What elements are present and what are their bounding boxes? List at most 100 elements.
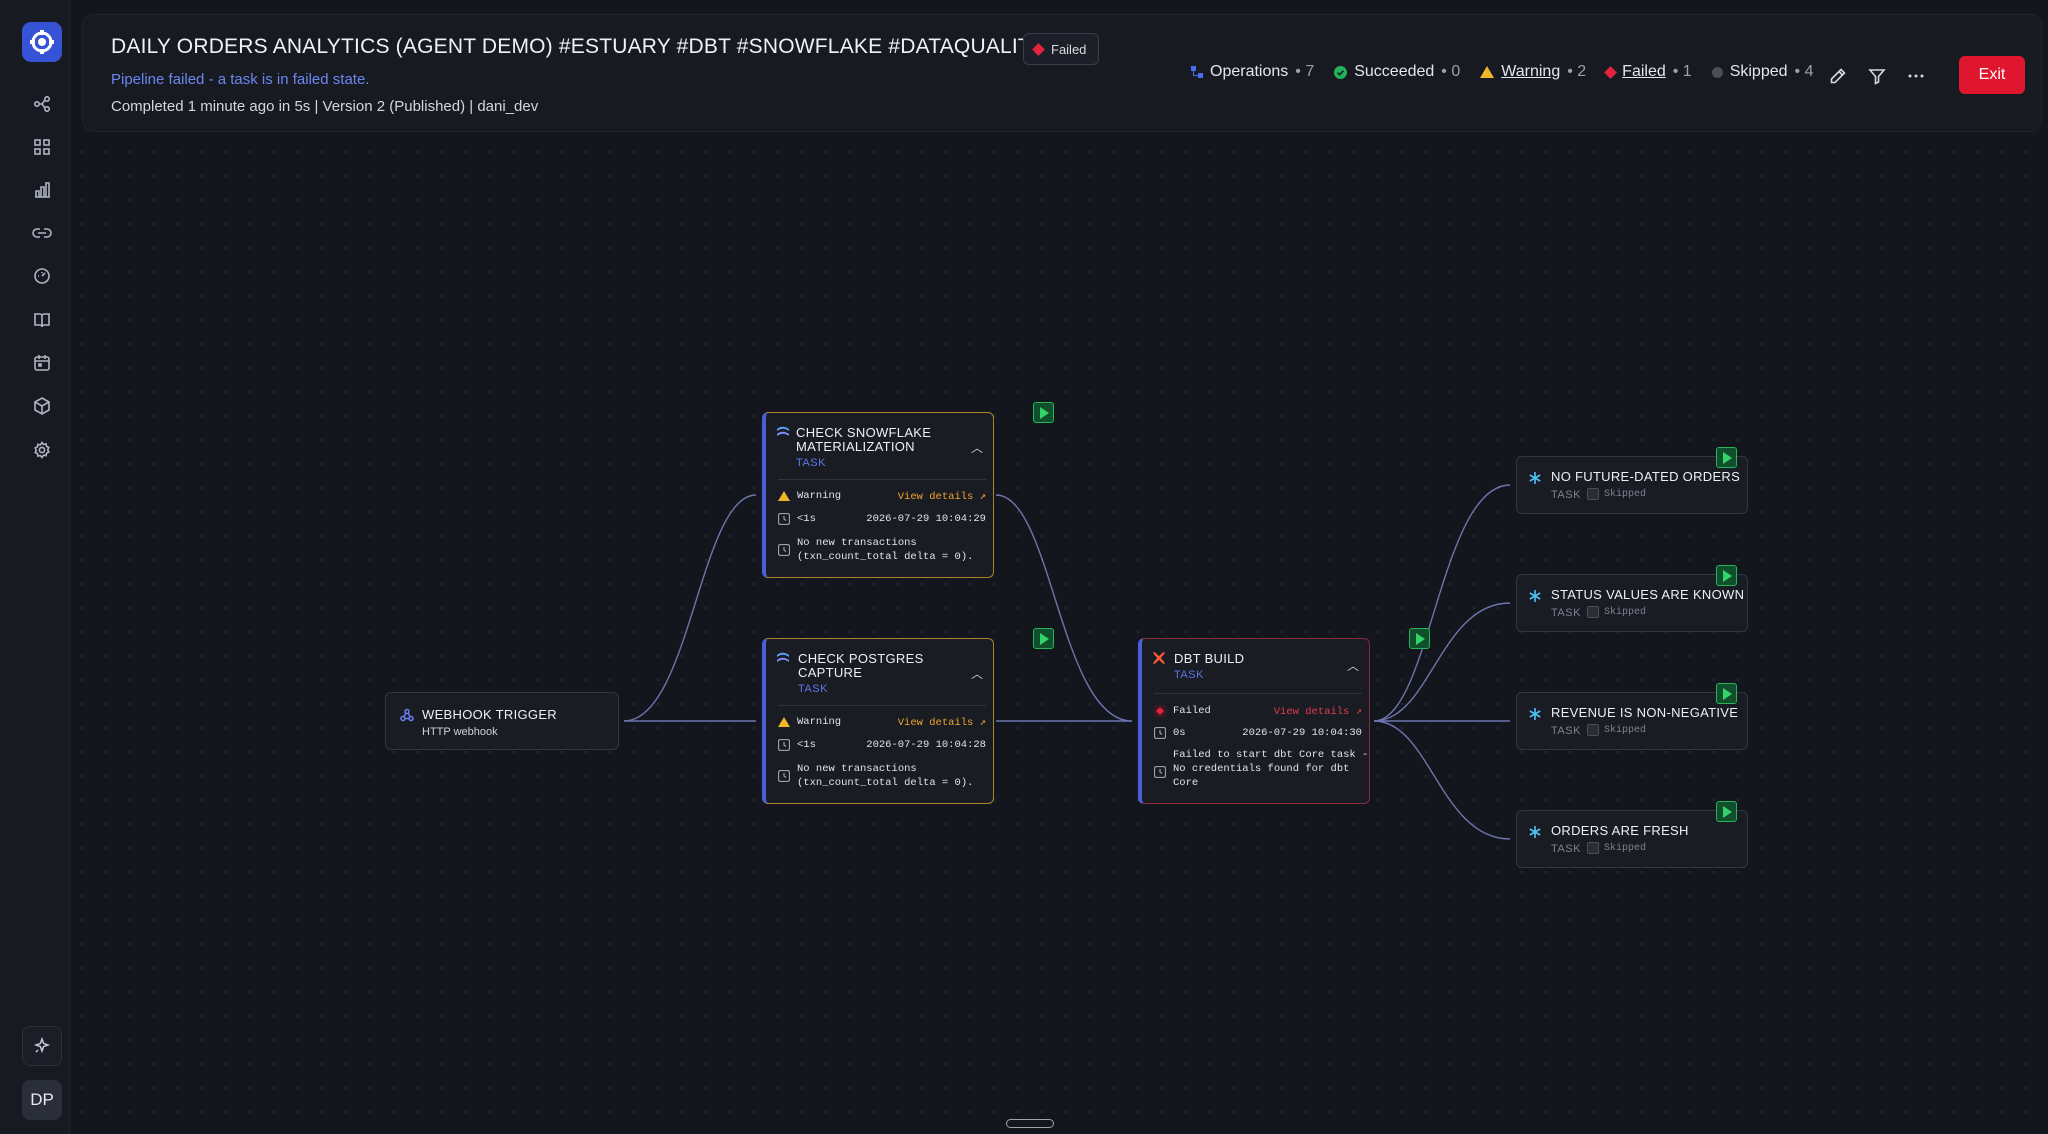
node-message-line-2: (txn_count_total delta = 0). [797,777,974,789]
node-title-line-2: MATERIALIZATION [796,439,915,454]
snowflake-icon [1528,589,1542,608]
collapse-chevron-icon[interactable]: ︿ [971,439,983,456]
exit-button[interactable]: Exit [1959,56,2025,94]
node-message-line-2: (txn_count_total delta = 0). [797,551,974,563]
analytics-chart-icon[interactable] [26,174,58,206]
node-check-status-values-are-known[interactable]: STATUS VALUES ARE KNOWN TASK Skipped [1516,574,1748,632]
count-skipped-label: Skipped [1729,63,1788,80]
monitor-gauge-icon[interactable] [26,260,58,292]
warning-icon [778,716,790,728]
skipped-label: Skipped [1604,724,1647,736]
settings-gear-icon[interactable] [26,434,58,466]
view-details-link[interactable]: View details ↗ [1274,705,1362,718]
filter-funnel-icon[interactable] [1862,61,1892,91]
skipped-label: Skipped [1604,606,1647,618]
dashboard-grid-icon[interactable] [26,131,58,163]
calendar-icon[interactable] [26,347,58,379]
run-task-play-button[interactable] [1033,402,1054,423]
run-task-play-button[interactable] [1716,683,1737,704]
node-divider [1154,693,1362,694]
count-failed-label: Failed [1622,63,1666,80]
skipped-icon [1587,488,1599,500]
node-duration: 0s [1173,727,1186,739]
node-webhook-trigger[interactable]: WEBHOOK TRIGGER HTTP webhook [385,692,619,750]
collapse-chevron-icon[interactable]: ︿ [1347,657,1359,674]
node-duration-row: <1s 2026-07-29 10:04:29 [778,513,986,525]
node-status-text: Warning [797,490,842,502]
run-task-play-button[interactable] [1716,447,1737,468]
pipeline-canvas[interactable]: WEBHOOK TRIGGER HTTP webhook CHECK SNOWF… [70,140,2048,1134]
collapse-chevron-icon[interactable]: ︿ [971,665,983,682]
node-message-line-1: No new transactions [797,537,917,549]
edge-dbt-check-2 [1373,602,1511,722]
bottom-panel-drag-handle[interactable] [1006,1119,1054,1128]
node-type-label: TASK [796,457,826,469]
user-avatar[interactable]: DP [22,1080,62,1120]
warning-icon [778,490,790,502]
skipped-tag: Skipped [1587,606,1646,618]
count-succeeded-value: • 0 [1441,63,1461,80]
skipped-tag: Skipped [1587,842,1646,854]
count-succeeded-label: Succeeded [1354,63,1435,80]
docs-book-icon[interactable] [26,304,58,336]
node-duration-row: 0s 2026-07-29 10:04:30 [1154,727,1362,739]
pipeline-edges [623,484,1511,840]
pipeline-status-message: Pipeline failed - a task is in failed st… [111,71,370,88]
node-dbt-build[interactable]: DBT BUILD TASK ︿ Failed View details ↗ 0… [1138,638,1370,804]
more-options-icon[interactable] [1901,61,1931,91]
node-type-label: TASK [1551,489,1581,501]
count-warning[interactable]: Warning • 2 [1480,63,1586,81]
count-skipped[interactable]: Skipped • 4 [1711,63,1813,81]
node-status-text: Warning [797,716,842,728]
node-duration-row: <1s 2026-07-29 10:04:28 [778,739,986,751]
node-check-revenue-is-non-negative[interactable]: REVENUE IS NON-NEGATIVE TASK Skipped [1516,692,1748,750]
packages-cube-icon[interactable] [26,390,58,422]
run-task-play-button[interactable] [1409,628,1430,649]
node-status-row: Warning View details ↗ [778,490,986,503]
skipped-icon [1587,842,1599,854]
run-task-play-button[interactable] [1716,801,1737,822]
node-title: DBT BUILD [1174,651,1245,666]
node-status-row: Warning View details ↗ [778,716,986,729]
node-timestamp: 2026-07-29 10:04:29 [866,513,986,525]
pipeline-status-badge: Failed [1023,33,1100,65]
estuary-flow-icon [776,425,790,444]
edge-snowflake-dbt [995,494,1133,722]
app-logo-icon[interactable] [22,22,62,62]
connections-link-icon[interactable] [26,217,58,249]
info-icon [777,769,791,787]
skipped-dot-icon [1711,66,1723,78]
skipped-label: Skipped [1604,488,1647,500]
node-subtitle: HTTP webhook [422,726,498,738]
count-succeeded[interactable]: Succeeded • 0 [1334,63,1460,81]
count-operations[interactable]: Operations • 7 [1191,63,1314,81]
node-timestamp: 2026-07-29 10:04:30 [1242,727,1362,739]
edge-dbt-check-1 [1373,484,1511,722]
run-task-play-button[interactable] [1716,565,1737,586]
node-divider [778,479,986,480]
pipelines-icon[interactable] [26,88,58,120]
node-check-snowflake[interactable]: CHECK SNOWFLAKE MATERIALIZATION TASK ︿ W… [762,412,994,578]
count-failed[interactable]: Failed • 1 [1604,63,1692,81]
failed-icon [1154,705,1166,717]
info-icon [777,543,791,561]
view-details-link[interactable]: View details ↗ [898,716,986,729]
info-icon [1153,765,1167,783]
node-message-line-2: No credentials found for dbt [1173,763,1350,775]
edit-pencil-icon[interactable] [1823,61,1853,91]
count-failed-value: • 1 [1672,63,1692,80]
node-check-postgres[interactable]: CHECK POSTGRES CAPTURE TASK ︿ Warning Vi… [762,638,994,804]
ai-assistant-sparkle-icon[interactable] [22,1026,62,1066]
edge-dbt-check-4 [1373,720,1511,840]
node-type-label: TASK [1551,607,1581,619]
node-type-label: TASK [798,683,828,695]
snowflake-icon [1528,471,1542,490]
node-type-label: TASK [1174,669,1204,681]
run-task-play-button[interactable] [1033,628,1054,649]
view-details-link[interactable]: View details ↗ [898,490,986,503]
node-check-orders-are-fresh[interactable]: ORDERS ARE FRESH TASK Skipped [1516,810,1748,868]
edge-webhook-snowflake [623,494,757,722]
node-check-no-future-dated-orders[interactable]: NO FUTURE-DATED ORDERS TASK Skipped [1516,456,1748,514]
count-warning-label: Warning [1501,63,1561,80]
count-operations-label: Operations [1210,63,1289,80]
